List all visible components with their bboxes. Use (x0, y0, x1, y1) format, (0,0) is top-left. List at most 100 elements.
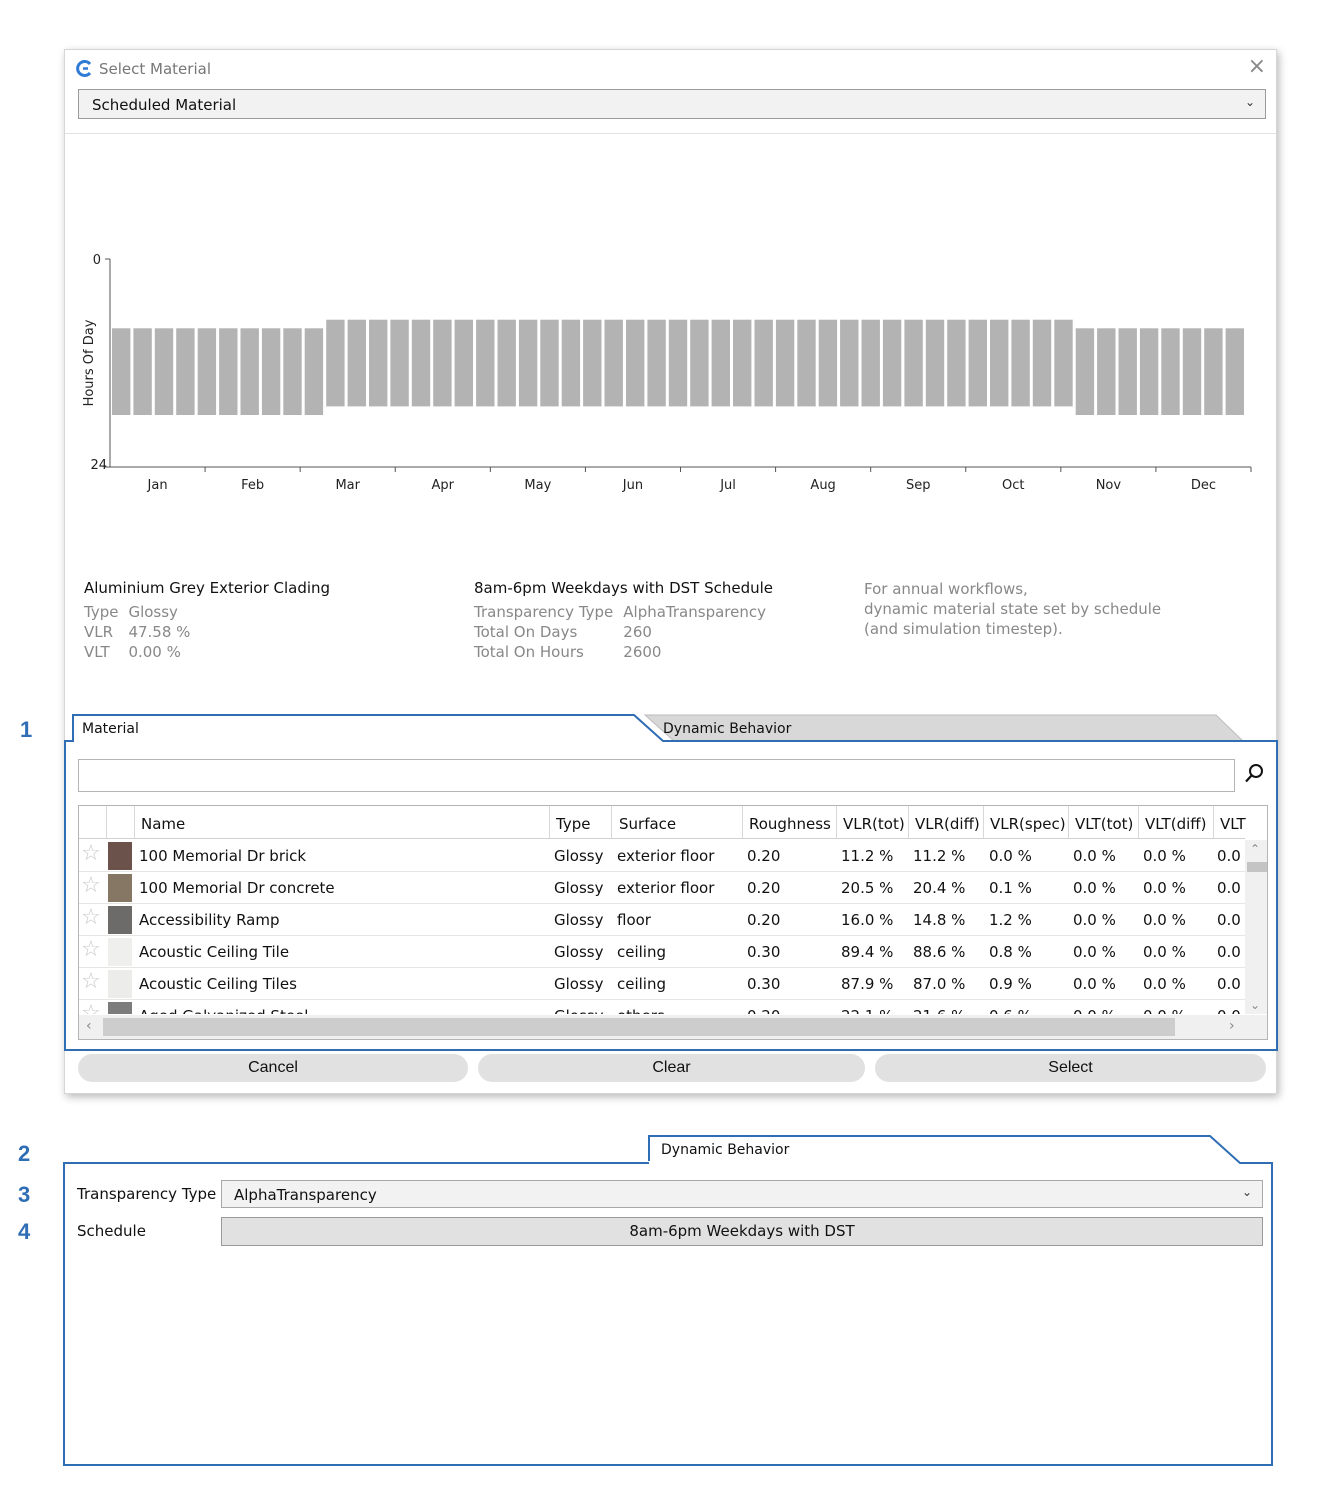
table-row[interactable]: ☆ Aged Galvanized Steel Glossy others 0.20 22… (79, 1000, 1245, 1014)
favorite-star-icon[interactable]: ☆ (81, 875, 101, 897)
callout-1: 1 (20, 717, 33, 742)
cell-vlr-spec: 0.6 % (989, 1007, 1032, 1014)
x-tick-label: Dec (1191, 478, 1216, 493)
cancel-button[interactable]: Cancel (78, 1054, 468, 1082)
favorite-star-icon[interactable]: ☆ (81, 907, 101, 929)
search-icon[interactable] (1242, 762, 1266, 786)
column-header-surface[interactable]: Surface (619, 815, 676, 833)
cell-surface: ceiling (617, 943, 667, 961)
x-tick-label: Jun (622, 478, 643, 493)
x-tick-label: Feb (241, 478, 264, 493)
schedule-bar (476, 319, 495, 407)
column-header-vlt-tot[interactable]: VLT(tot) (1075, 815, 1133, 833)
favorite-star-icon[interactable]: ☆ (81, 971, 101, 993)
cell-vlt-tot: 0.0 % (1073, 879, 1116, 897)
cell-vlt-tot: 0.0 % (1073, 847, 1116, 865)
chevron-down-icon: ⌄ (1241, 1185, 1252, 1199)
info-value: 2600 (623, 643, 662, 661)
column-header-vlr-spec[interactable]: VLR(spec) (990, 815, 1066, 833)
schedule-bar (283, 328, 302, 415)
horizontal-scrollbar[interactable]: ‹ › (79, 1015, 1267, 1039)
x-tick-label: Jul (719, 478, 736, 493)
schedule-bar (1204, 328, 1223, 415)
cell-vlt: 0.0 (1217, 847, 1241, 865)
table-row[interactable]: ☆ 100 Memorial Dr concrete Glossy exterior … (79, 872, 1245, 904)
cell-type: Glossy (554, 911, 604, 929)
column-divider (836, 806, 837, 839)
material-type-row: Type Glossy (84, 603, 200, 623)
cell-vlt-diff: 0.0 % (1143, 943, 1186, 961)
schedule-bar (154, 328, 174, 415)
column-divider (549, 806, 550, 839)
material-category-select[interactable]: Scheduled Material ⌄ (78, 89, 1266, 119)
column-header-vlr-tot[interactable]: VLR(tot) (843, 815, 905, 833)
schedule-bar (347, 319, 366, 407)
cell-roughness: 0.20 (747, 879, 781, 897)
schedule-bar (861, 319, 880, 407)
column-header-vlt[interactable]: VLT (1220, 815, 1246, 833)
select-button[interactable]: Select (875, 1054, 1266, 1082)
column-header-type[interactable]: Type (556, 815, 590, 833)
column-header-roughness[interactable]: Roughness (749, 815, 831, 833)
table-row[interactable]: ☆ Accessibility Ramp Glossy floor 0.20 16.0 %… (79, 904, 1245, 936)
cell-vlt-diff: 0.0 % (1143, 975, 1186, 993)
cell-vlr-tot: 16.0 % (841, 911, 894, 929)
dynamic-behavior-tab[interactable]: Dynamic Behavior (661, 1142, 789, 1158)
scroll-up-icon[interactable]: ⌃ (1250, 842, 1260, 856)
column-divider (611, 806, 612, 839)
schedule-bar (583, 319, 602, 407)
column-divider (983, 806, 984, 839)
callout-3: 3 (18, 1182, 31, 1207)
scroll-right-icon[interactable]: › (1229, 1018, 1235, 1034)
schedule-bar (1225, 328, 1244, 415)
schedule-bar (604, 319, 623, 407)
schedule-button[interactable]: 8am-6pm Weekdays with DST (221, 1217, 1263, 1246)
search-input[interactable] (78, 759, 1235, 792)
cell-vlt-tot: 0.0 % (1073, 943, 1116, 961)
cell-type: Glossy (554, 975, 604, 993)
schedule-bar (326, 319, 345, 407)
column-header-name[interactable]: Name (141, 815, 185, 833)
cell-type: Glossy (554, 943, 604, 961)
schedule-bar (990, 319, 1009, 407)
cell-vlt-tot: 0.0 % (1073, 911, 1116, 929)
tab-dynamic-behavior[interactable]: Dynamic Behavior (663, 721, 791, 737)
table-row[interactable]: ☆ 100 Memorial Dr brick Glossy exterior flo… (79, 840, 1245, 872)
tab-material[interactable]: Material (82, 721, 139, 737)
schedule-bar (840, 319, 859, 407)
transparency-type-select[interactable]: AlphaTransparency ⌄ (221, 1180, 1263, 1208)
schedule-bar (754, 319, 773, 407)
cell-vlr-spec: 0.8 % (989, 943, 1032, 961)
dialog-title: Select Material (99, 60, 211, 78)
vertical-scrollbar[interactable]: ⌃ ⌄ (1245, 840, 1267, 1014)
info-value: Glossy (128, 603, 178, 621)
table-row[interactable]: ☆ Acoustic Ceiling Tiles Glossy ceiling 0.30… (79, 968, 1245, 1000)
app-logo-icon (76, 60, 92, 77)
table-row[interactable]: ☆ Acoustic Ceiling Tile Glossy ceiling 0.30 8… (79, 936, 1245, 968)
scroll-left-icon[interactable]: ‹ (86, 1018, 92, 1034)
favorite-star-icon[interactable]: ☆ (81, 843, 101, 865)
cell-vlt: 0.0 (1217, 975, 1241, 993)
schedule-bar (626, 319, 645, 407)
table-header: Name Type Surface Roughness VLR(tot) VLR… (79, 806, 1246, 839)
y-axis-label: Hours Of Day (82, 319, 97, 406)
material-category-value: Scheduled Material (92, 96, 237, 114)
close-icon[interactable]: × (1248, 56, 1266, 78)
horizontal-scroll-thumb[interactable] (103, 1018, 1175, 1036)
column-header-vlt-diff[interactable]: VLT(diff) (1145, 815, 1206, 833)
column-header-vlr-diff[interactable]: VLR(diff) (915, 815, 980, 833)
schedule-bar (925, 319, 945, 407)
cell-vlr-spec: 1.2 % (989, 911, 1032, 929)
cell-surface: ceiling (617, 975, 667, 993)
schedule-bar (433, 319, 452, 407)
cell-roughness: 0.20 (747, 847, 781, 865)
vertical-scroll-thumb[interactable] (1247, 862, 1267, 872)
favorite-star-icon[interactable]: ☆ (81, 1003, 101, 1015)
clear-button[interactable]: Clear (478, 1054, 865, 1082)
favorite-star-icon[interactable]: ☆ (81, 939, 101, 961)
schedule-bar (197, 328, 217, 415)
chevron-down-icon: ⌄ (1244, 95, 1255, 109)
schedule-bar (261, 328, 281, 415)
scroll-down-icon[interactable]: ⌄ (1250, 998, 1260, 1012)
material-color-swatch (108, 970, 132, 998)
